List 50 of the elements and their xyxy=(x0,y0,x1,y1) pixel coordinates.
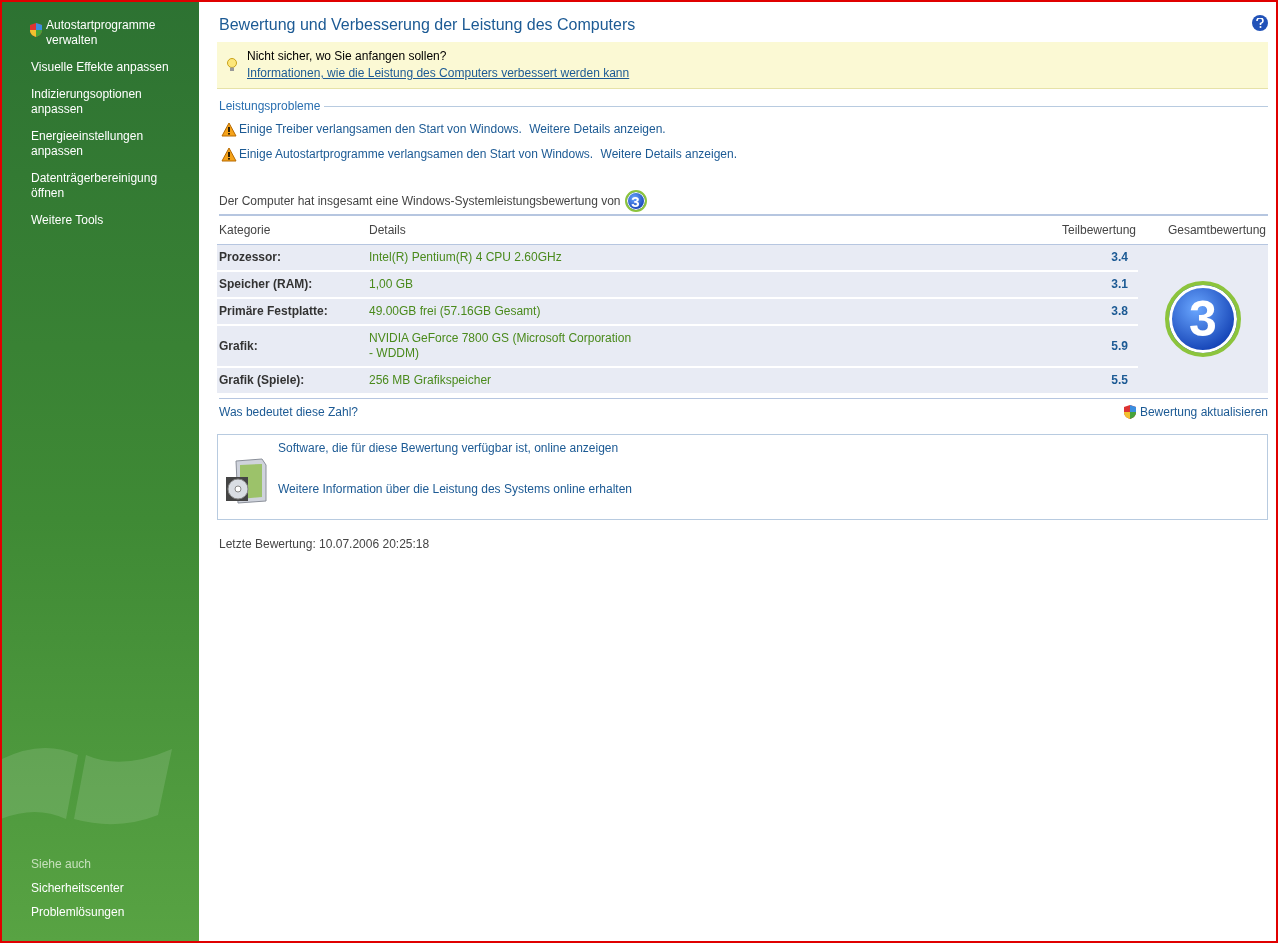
last-rating-text: Letzte Bewertung: 10.07.2006 20:25:18 xyxy=(219,537,431,551)
page-title: Bewertung und Verbesserung der Leistung des Computers xyxy=(219,16,636,34)
details-cell-text: 256 MB Grafikspeicher xyxy=(368,372,493,389)
details-cell: NVIDIA GeForce 7800 GS (Microsoft Corporation - WDDM) xyxy=(367,326,1048,368)
column-header: Kategorie xyxy=(217,216,367,245)
subscore-cell: 3.1 xyxy=(1048,272,1138,299)
category-cell: Prozessor: xyxy=(217,245,367,272)
score-badge: 3 xyxy=(624,190,647,212)
category-cell-text: Grafik (Spiele): xyxy=(218,372,306,389)
shield-icon xyxy=(1122,404,1137,420)
see-also-heading: Siehe auch xyxy=(31,857,93,871)
tip-link[interactable]: Informationen, wie die Leistung des Computers verbessert werden kann xyxy=(247,65,630,82)
shield-icon xyxy=(29,22,43,38)
tip-heading: Nicht sicher, wo Sie anfangen sollen? xyxy=(247,48,448,65)
subscore-cell: 3.8 xyxy=(1048,299,1138,326)
sidebar-task-link[interactable]: Energieeinstellungen anpassen xyxy=(31,129,181,159)
column-header: Teilbewertung xyxy=(1048,216,1138,245)
see-also-link[interactable]: Problemlösungen xyxy=(31,905,199,919)
category-cell: Grafik: xyxy=(217,326,367,368)
sidebar-task-link[interactable]: Indizierungsoptionen anpassen xyxy=(31,87,181,117)
online-link[interactable]: Software, die für diese Bewertung verfügbar ist, online anzeigen xyxy=(278,441,632,455)
warning-icon xyxy=(221,121,237,137)
section-heading: Leistungsprobleme xyxy=(219,99,321,113)
details-cell: 49.00GB frei (57.16GB Gesamt) xyxy=(367,299,1048,326)
overall-score-badge: 3 xyxy=(1165,281,1241,357)
sidebar-task-link[interactable]: Weitere Tools xyxy=(31,213,104,228)
problem-text: Einige Autostartprogramme verlangsamen den Start von Windows. xyxy=(239,146,594,162)
details-link[interactable]: Weitere Details anzeigen. xyxy=(529,121,666,137)
refresh-link[interactable]: Bewertung aktualisieren xyxy=(1139,405,1268,419)
online-link[interactable]: Weitere Information über die Leistung des Systems online erhalten xyxy=(278,482,632,496)
sidebar-task-link[interactable]: Visuelle Effekte anpassen xyxy=(31,60,169,75)
column-header: Details xyxy=(367,216,1048,245)
details-link[interactable]: Weitere Details anzeigen. xyxy=(600,146,738,162)
see-also-link[interactable]: Sicherheitscenter xyxy=(31,881,199,895)
subscore-cell: 3.4 xyxy=(1048,245,1138,272)
subscore-cell-text: 5.5 xyxy=(1110,372,1129,389)
what-link[interactable]: Was bedeutet diese Zahl? xyxy=(219,405,358,419)
category-cell: Primäre Festplatte: xyxy=(217,299,367,326)
help-icon[interactable] xyxy=(1252,15,1268,31)
lightbulb-icon xyxy=(227,58,237,72)
category-cell: Speicher (RAM): xyxy=(217,272,367,299)
column-header: Gesamtbewertung xyxy=(1138,216,1268,245)
problem-text: Einige Treiber verlangsamen den Start von Windows. xyxy=(239,121,522,137)
warning-icon xyxy=(221,146,237,162)
summary-text: Der Computer hat insgesamt eine Windows-Systemleistungsbewertung von xyxy=(219,194,621,208)
details-cell: 1,00 GB xyxy=(367,272,1048,299)
subscore-cell: 5.9 xyxy=(1048,326,1138,368)
sidebar-task-link[interactable]: Datenträgerbereinigung öffnen xyxy=(31,171,181,201)
details-cell: Intel(R) Pentium(R) 4 CPU 2.60GHz xyxy=(367,245,1048,272)
sidebar-task-link[interactable]: Autostartprogramme verwalten xyxy=(46,18,179,48)
